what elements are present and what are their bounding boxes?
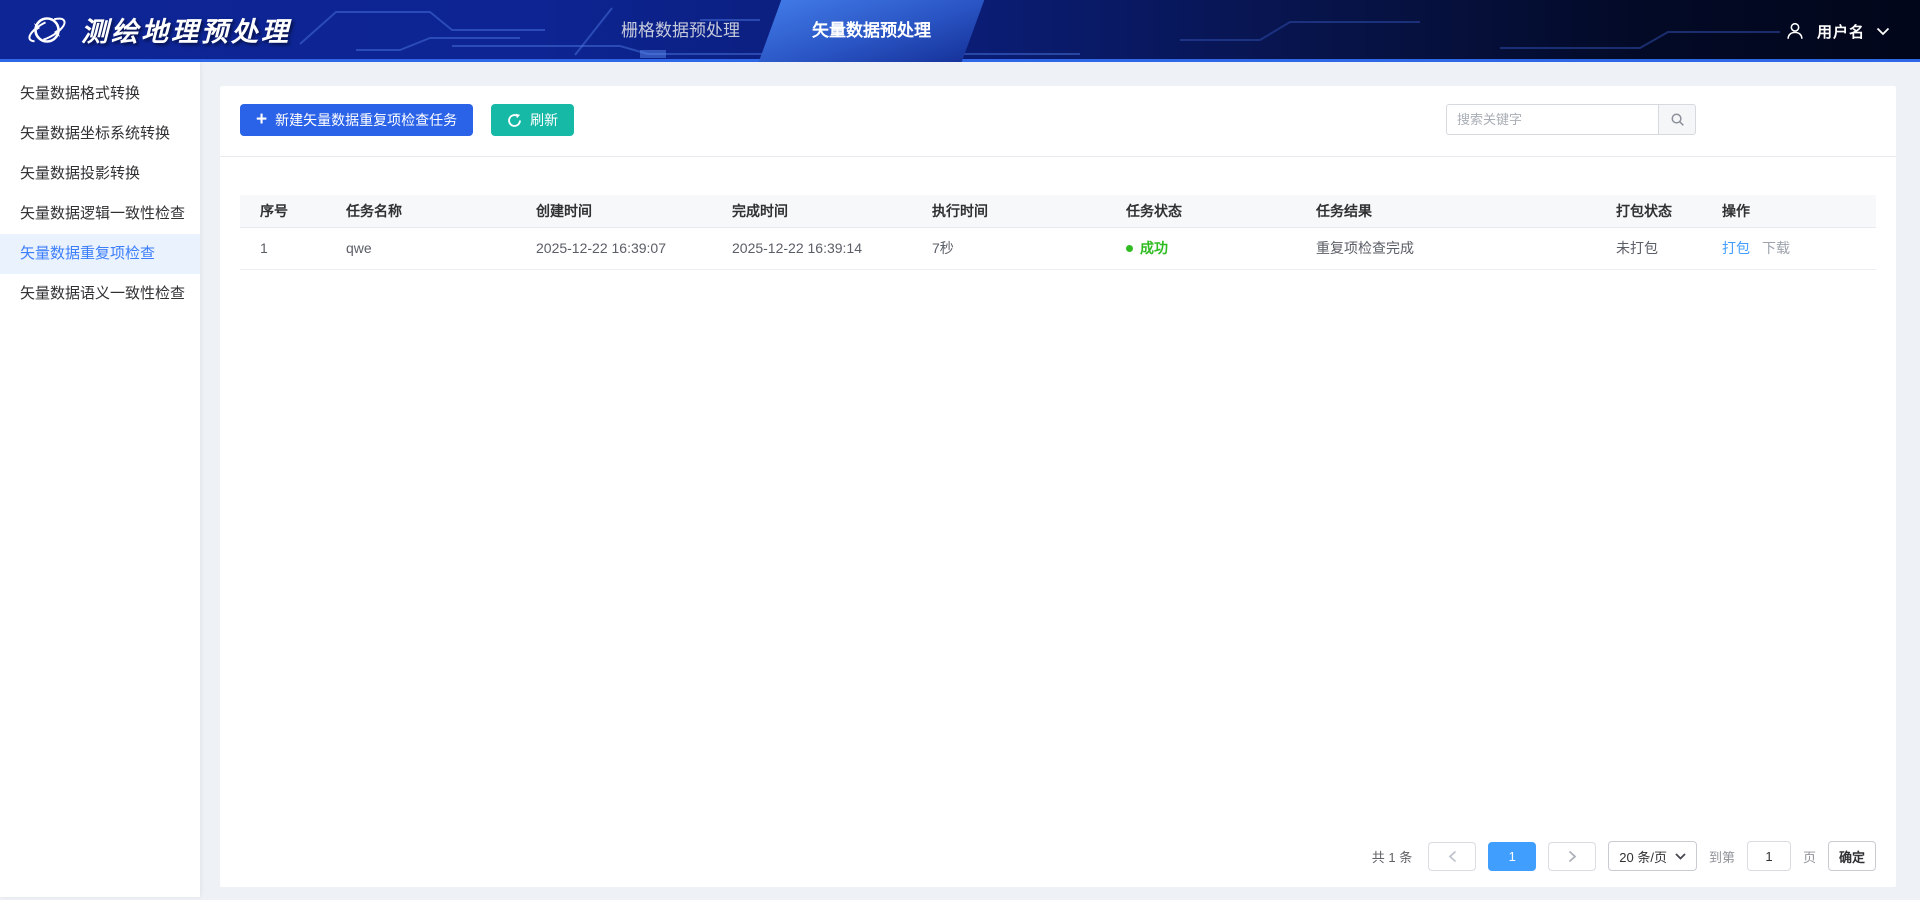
- col-duration: 执行时间: [916, 195, 1110, 227]
- col-index: 序号: [240, 195, 330, 227]
- select-chevron-down-icon: [1675, 853, 1686, 860]
- chevron-left-icon: [1448, 850, 1457, 863]
- sidebar-item-duplicate-check[interactable]: 矢量数据重复项检查: [0, 234, 200, 274]
- search-button[interactable]: [1658, 104, 1696, 135]
- pagination-total: 共 1 条: [1372, 847, 1412, 866]
- next-page-button[interactable]: [1548, 842, 1596, 871]
- app-title: 测绘地理预处理: [81, 10, 291, 49]
- content-card: + 新建矢量数据重复项检查任务 刷新: [220, 86, 1896, 887]
- plus-icon: +: [256, 110, 267, 129]
- sidebar: 矢量数据格式转换 矢量数据坐标系统转换 矢量数据投影转换 矢量数据逻辑一致性检查…: [0, 62, 200, 897]
- sidebar-item-semantic-consistency-check[interactable]: 矢量数据语义一致性检查: [0, 274, 200, 314]
- app-logo: 测绘地理预处理: [0, 9, 291, 51]
- package-link[interactable]: 打包: [1722, 240, 1750, 256]
- page-1-button[interactable]: 1: [1488, 842, 1536, 871]
- cell-created-time: 2025-12-22 16:39:07: [520, 227, 716, 269]
- user-icon: [1784, 20, 1806, 42]
- cell-duration: 7秒: [916, 227, 1110, 269]
- page-size-select[interactable]: 20 条/页: [1608, 841, 1697, 871]
- col-task-result: 任务结果: [1300, 195, 1600, 227]
- chevron-down-icon: [1876, 27, 1890, 36]
- task-table-area: 序号 任务名称 创建时间 完成时间 执行时间 任务状态 任务结果 打包状态 操作: [220, 157, 1896, 841]
- tab-vector-preprocess[interactable]: 矢量数据预处理: [776, 0, 967, 62]
- refresh-label: 刷新: [530, 110, 558, 130]
- sidebar-item-format-convert[interactable]: 矢量数据格式转换: [0, 74, 200, 114]
- download-link[interactable]: 下载: [1762, 240, 1790, 256]
- col-task-status: 任务状态: [1110, 195, 1300, 227]
- page-size-value: 20 条/页: [1619, 847, 1667, 866]
- tab-raster-label: 栅格数据预处理: [621, 21, 740, 40]
- new-task-button[interactable]: + 新建矢量数据重复项检查任务: [240, 104, 473, 136]
- table-header-row: 序号 任务名称 创建时间 完成时间 执行时间 任务状态 任务结果 打包状态 操作: [240, 195, 1876, 227]
- cell-package-status: 未打包: [1600, 227, 1706, 269]
- col-finished-time: 完成时间: [716, 195, 916, 227]
- goto-page-input[interactable]: [1747, 841, 1791, 871]
- user-menu[interactable]: 用户名: [1784, 0, 1890, 62]
- cell-index: 1: [240, 227, 330, 269]
- refresh-button[interactable]: 刷新: [491, 104, 574, 136]
- cell-actions: 打包下载: [1706, 227, 1876, 269]
- col-package-status: 打包状态: [1600, 195, 1706, 227]
- search-icon: [1670, 112, 1685, 127]
- user-name: 用户名: [1817, 21, 1865, 42]
- sidebar-item-logic-consistency-check[interactable]: 矢量数据逻辑一致性检查: [0, 194, 200, 234]
- cell-task-result: 重复项检查完成: [1300, 227, 1600, 269]
- search-input[interactable]: [1446, 104, 1658, 135]
- main-area: + 新建矢量数据重复项检查任务 刷新: [200, 62, 1920, 897]
- refresh-icon: [507, 113, 522, 128]
- goto-suffix-label: 页: [1803, 847, 1816, 866]
- top-nav-tabs: 栅格数据预处理 矢量数据预处理: [585, 0, 967, 62]
- sidebar-item-coordinate-convert[interactable]: 矢量数据坐标系统转换: [0, 114, 200, 154]
- col-created-time: 创建时间: [520, 195, 716, 227]
- chevron-right-icon: [1568, 850, 1577, 863]
- prev-page-button[interactable]: [1428, 842, 1476, 871]
- cell-task-name: qwe: [330, 227, 520, 269]
- cell-task-status: 成功: [1110, 227, 1300, 269]
- sidebar-item-projection-convert[interactable]: 矢量数据投影转换: [0, 154, 200, 194]
- col-task-name: 任务名称: [330, 195, 520, 227]
- status-text: 成功: [1140, 240, 1168, 256]
- col-actions: 操作: [1706, 195, 1876, 227]
- app-header: 测绘地理预处理 栅格数据预处理 矢量数据预处理 用户名: [0, 0, 1920, 62]
- cell-finished-time: 2025-12-22 16:39:14: [716, 227, 916, 269]
- toolbar: + 新建矢量数据重复项检查任务 刷新: [220, 86, 1896, 157]
- tab-vector-label: 矢量数据预处理: [812, 21, 931, 40]
- table-row: 1 qwe 2025-12-22 16:39:07 2025-12-22 16:…: [240, 227, 1876, 269]
- logo-globe-icon: [26, 9, 68, 51]
- goto-confirm-button[interactable]: 确定: [1828, 841, 1876, 871]
- pagination: 共 1 条 1 20 条/页: [220, 841, 1896, 887]
- search-box: [1446, 104, 1696, 135]
- new-task-label: 新建矢量数据重复项检查任务: [275, 110, 457, 130]
- goto-prefix-label: 到第: [1709, 847, 1735, 866]
- page-body: 矢量数据格式转换 矢量数据坐标系统转换 矢量数据投影转换 矢量数据逻辑一致性检查…: [0, 62, 1920, 897]
- status-dot: [1126, 245, 1133, 252]
- task-table: 序号 任务名称 创建时间 完成时间 执行时间 任务状态 任务结果 打包状态 操作: [240, 195, 1876, 270]
- tab-raster-preprocess[interactable]: 栅格数据预处理: [585, 0, 776, 62]
